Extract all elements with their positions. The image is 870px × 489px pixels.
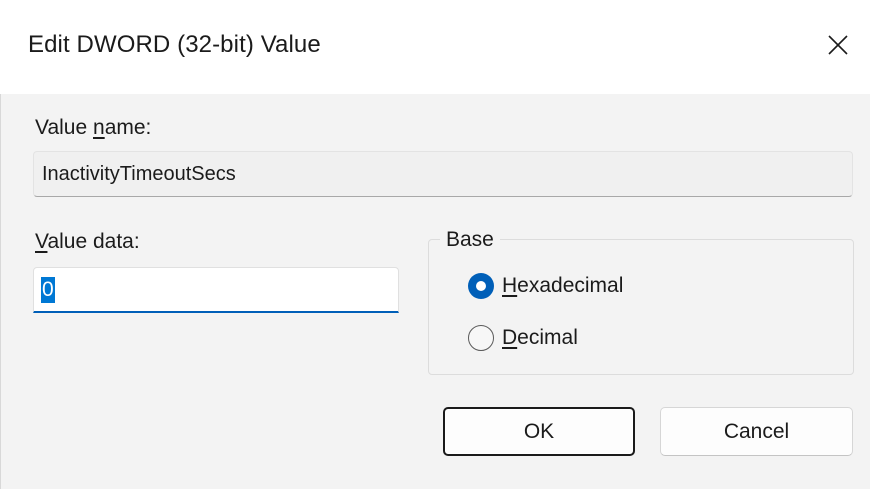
- value-data-mnemonic: V: [35, 230, 48, 253]
- base-groupbox: [428, 239, 854, 375]
- radio-decimal[interactable]: Decimal: [468, 325, 578, 351]
- edit-dword-dialog: Edit DWORD (32-bit) Value Value name: In…: [0, 0, 870, 489]
- value-data-label: Value data:: [35, 230, 140, 253]
- close-button[interactable]: [810, 14, 866, 76]
- ok-button[interactable]: OK: [443, 407, 635, 456]
- radio-decimal-label[interactable]: Decimal: [502, 326, 578, 350]
- radio-unselected-icon[interactable]: [468, 325, 494, 351]
- base-legend: Base: [440, 228, 500, 252]
- value-name-field: InactivityTimeoutSecs: [33, 151, 853, 197]
- radio-hexadecimal[interactable]: Hexadecimal: [468, 273, 623, 299]
- radio-hexadecimal-label[interactable]: Hexadecimal: [502, 274, 623, 298]
- value-data-text[interactable]: 0: [41, 276, 55, 303]
- cancel-button[interactable]: Cancel: [660, 407, 853, 456]
- value-name-text: InactivityTimeoutSecs: [42, 162, 236, 185]
- value-name-mnemonic: n: [93, 116, 105, 139]
- close-icon: [827, 34, 849, 56]
- radio-selected-icon[interactable]: [468, 273, 494, 299]
- title-bar[interactable]: Edit DWORD (32-bit) Value: [0, 0, 870, 94]
- value-name-label: Value name:: [35, 116, 152, 139]
- window-title: Edit DWORD (32-bit) Value: [28, 31, 321, 58]
- value-data-input[interactable]: 0: [33, 267, 399, 313]
